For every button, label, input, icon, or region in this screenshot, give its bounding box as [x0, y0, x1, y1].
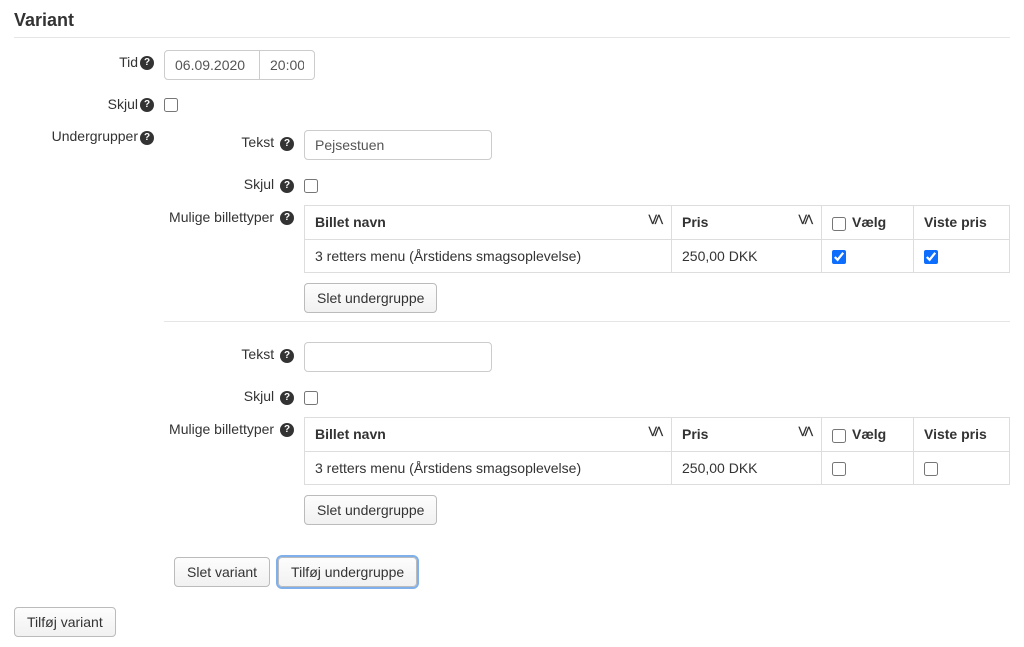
label-tid-text: Tid — [119, 54, 138, 70]
table-row: 3 retters menu (Årstidens smagsoplevelse… — [305, 240, 1010, 273]
row-subgroup-skjul: Skjul ? — [164, 170, 1010, 192]
cell-pris: 250,00 DKK — [672, 452, 822, 485]
label-mulige-billettyper: Mulige billettyper ? — [164, 203, 304, 225]
label-tid: Tid? — [14, 48, 164, 70]
label-skjul-text: Skjul — [108, 96, 138, 112]
label-skjul-text: Skjul — [244, 176, 274, 192]
delete-subgroup-button[interactable]: Slet undergruppe — [304, 283, 437, 313]
help-icon[interactable]: ? — [140, 98, 154, 112]
th-billet-navn-text: Billet navn — [315, 214, 386, 230]
label-undergrupper-text: Undergrupper — [52, 128, 138, 144]
delete-subgroup-button[interactable]: Slet undergruppe — [304, 495, 437, 525]
subgroup-skjul-checkbox[interactable] — [304, 391, 318, 405]
variant-skjul-checkbox[interactable] — [164, 98, 178, 112]
cell-billet-navn: 3 retters menu (Årstidens smagsoplevelse… — [305, 452, 672, 485]
cell-viste-pris — [914, 240, 1010, 273]
th-billet-navn[interactable]: Billet navn ⋁⋀ — [305, 417, 672, 451]
th-vaelg: Vælg — [822, 417, 914, 451]
label-skjul: Skjul? — [14, 90, 164, 112]
help-icon[interactable]: ? — [140, 56, 154, 70]
label-mulige-billettyper-text: Mulige billettyper — [169, 209, 274, 225]
cell-pris: 250,00 DKK — [672, 240, 822, 273]
ticket-table: Billet navn ⋁⋀ Pris ⋁⋀ Vælg — [304, 417, 1010, 486]
label-undergrupper: Undergrupper? — [14, 122, 164, 144]
ticket-table: Billet navn ⋁⋀ Pris ⋁⋀ Vælg — [304, 205, 1010, 274]
th-vaelg-text: Vælg — [852, 426, 886, 442]
row-subgroup-skjul: Skjul ? — [164, 382, 1010, 404]
label-mulige-billettyper: Mulige billettyper ? — [164, 415, 304, 437]
time-input[interactable] — [259, 50, 315, 80]
th-billet-navn[interactable]: Billet navn ⋁⋀ — [305, 205, 672, 239]
row-tid: Tid? — [14, 48, 1010, 80]
th-viste-pris: Viste pris — [914, 205, 1010, 239]
th-pris[interactable]: Pris ⋁⋀ — [672, 417, 822, 451]
delete-variant-button[interactable]: Slet variant — [174, 557, 270, 587]
subgroup-tekst-input[interactable] — [304, 130, 492, 160]
add-subgroup-button[interactable]: Tilføj undergruppe — [278, 557, 417, 587]
help-icon[interactable]: ? — [280, 391, 294, 405]
label-tekst: Tekst ? — [164, 340, 304, 362]
label-subgroup-skjul: Skjul ? — [164, 170, 304, 192]
subgroup: Tekst ? Skjul ? Mulige billettyper ? — [164, 128, 1010, 313]
row-mulige-billettyper: Mulige billettyper ? Billet navn ⋁⋀ Pr — [164, 203, 1010, 314]
sort-icon[interactable]: ⋁⋀ — [799, 426, 811, 437]
sort-icon[interactable]: ⋁⋀ — [649, 426, 661, 437]
row-showprice-checkbox[interactable] — [924, 250, 938, 264]
sort-icon[interactable]: ⋁⋀ — [649, 214, 661, 225]
table-row: 3 retters menu (Årstidens smagsoplevelse… — [305, 452, 1010, 485]
page-title: Variant — [14, 10, 1010, 38]
th-vaelg-text: Vælg — [852, 214, 886, 230]
label-tekst-text: Tekst — [241, 134, 274, 150]
add-variant-button[interactable]: Tilføj variant — [14, 607, 116, 637]
help-icon[interactable]: ? — [280, 349, 294, 363]
label-subgroup-skjul: Skjul ? — [164, 382, 304, 404]
help-icon[interactable]: ? — [280, 423, 294, 437]
cell-vaelg — [822, 452, 914, 485]
help-icon[interactable]: ? — [280, 211, 294, 225]
label-skjul-text: Skjul — [244, 388, 274, 404]
th-pris-text: Pris — [682, 214, 708, 230]
cell-viste-pris — [914, 452, 1010, 485]
cell-billet-navn: 3 retters menu (Årstidens smagsoplevelse… — [305, 240, 672, 273]
subgroup-skjul-checkbox[interactable] — [304, 179, 318, 193]
select-all-checkbox[interactable] — [832, 217, 846, 231]
row-subgroup-tekst: Tekst ? — [164, 340, 1010, 372]
row-mulige-billettyper: Mulige billettyper ? Billet navn ⋁⋀ Pr — [164, 415, 1010, 526]
help-icon[interactable]: ? — [280, 137, 294, 151]
th-viste-pris: Viste pris — [914, 417, 1010, 451]
row-select-checkbox[interactable] — [832, 462, 846, 476]
variant-footer: Slet variant Tilføj undergruppe — [174, 557, 1010, 587]
label-mulige-billettyper-text: Mulige billettyper — [169, 421, 274, 437]
th-pris-text: Pris — [682, 426, 708, 442]
help-icon[interactable]: ? — [280, 179, 294, 193]
th-billet-navn-text: Billet navn — [315, 426, 386, 442]
row-skjul: Skjul? — [14, 90, 1010, 112]
row-select-checkbox[interactable] — [832, 250, 846, 264]
row-subgroup-tekst: Tekst ? — [164, 128, 1010, 160]
th-vaelg: Vælg — [822, 205, 914, 239]
row-showprice-checkbox[interactable] — [924, 462, 938, 476]
subgroup: Tekst ? Skjul ? Mulige billettyper ? — [164, 321, 1010, 525]
label-tekst: Tekst ? — [164, 128, 304, 150]
sort-icon[interactable]: ⋁⋀ — [799, 214, 811, 225]
th-pris[interactable]: Pris ⋁⋀ — [672, 205, 822, 239]
help-icon[interactable]: ? — [140, 131, 154, 145]
date-input[interactable] — [164, 50, 260, 80]
row-undergrupper: Undergrupper? Tekst ? Skjul ? — [14, 122, 1010, 541]
label-tekst-text: Tekst — [241, 346, 274, 362]
subgroup-tekst-input[interactable] — [304, 342, 492, 372]
cell-vaelg — [822, 240, 914, 273]
select-all-checkbox[interactable] — [832, 429, 846, 443]
